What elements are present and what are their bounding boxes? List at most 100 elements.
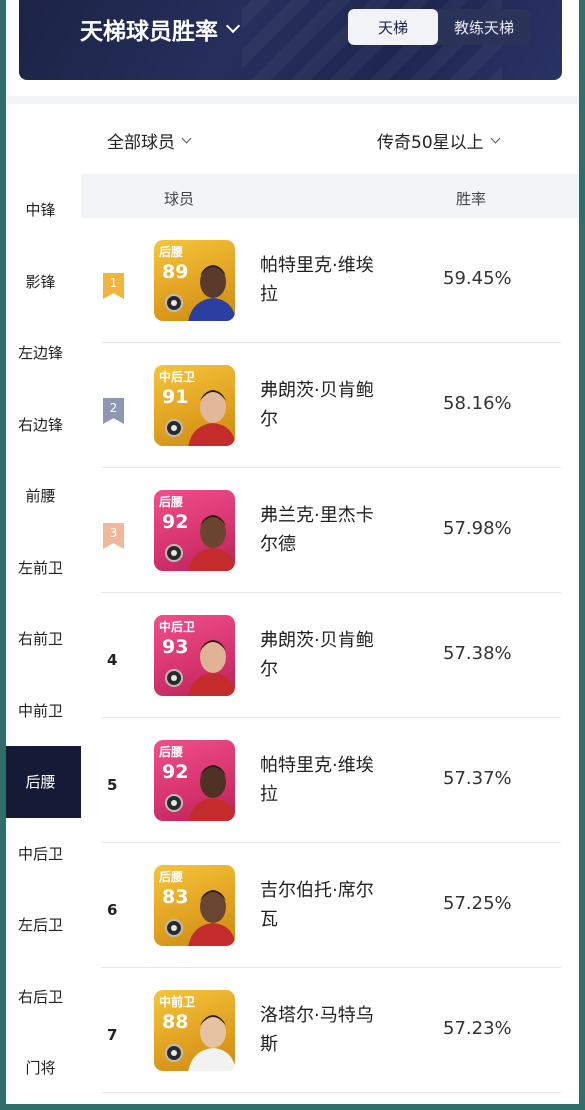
sidebar-item-cf[interactable]: 中锋 [0, 174, 81, 246]
player-name-line: 弗兰克·里杰卡 [260, 505, 374, 526]
card-rating: 91 [162, 386, 189, 408]
player-name-line: 尔 [260, 409, 278, 430]
rank-number: 6 [107, 901, 118, 919]
rank-number: 5 [107, 776, 118, 794]
sidebar-item-dmf[interactable]: 后腰 [0, 746, 81, 818]
card-position: 中后卫 [159, 370, 196, 384]
win-rate-value: 59.45% [443, 268, 512, 289]
star-filter-dropdown[interactable]: 传奇50星以上 [377, 128, 501, 153]
player-name-line: 拉 [260, 784, 278, 805]
table-row[interactable]: 2 中后卫 91 弗朗茨·贝肯鲍尔 58.16% [81, 343, 579, 468]
club-badge-icon [165, 544, 183, 562]
player-name[interactable]: 帕特里克·维埃拉 [260, 251, 400, 309]
player-name-line: 拉 [260, 284, 278, 305]
player-card[interactable]: 后腰 92 [154, 740, 235, 821]
card-position: 中前卫 [159, 995, 196, 1009]
player-name[interactable]: 洛塔尔·马特乌斯 [260, 1001, 400, 1059]
tab-ladder[interactable]: 天梯 [348, 9, 438, 45]
club-badge-icon [165, 919, 183, 937]
club-badge-icon [165, 669, 183, 687]
sidebar-item-lmf[interactable]: 左前卫 [0, 532, 81, 604]
player-name[interactable]: 弗兰克·里杰卡 尔德 [260, 501, 400, 559]
tab-coach-ladder[interactable]: 教练天梯 [438, 9, 530, 45]
chevron-down-icon [490, 133, 501, 144]
player-portrait [188, 1015, 235, 1071]
card-position: 中后卫 [159, 620, 196, 634]
sidebar-item-cmf[interactable]: 中前卫 [0, 675, 81, 747]
player-card[interactable]: 中后卫 91 [154, 365, 235, 446]
player-name-line: 斯 [260, 1034, 278, 1055]
chevron-down-icon [225, 18, 241, 34]
table-row[interactable]: 5 后腰 92 帕特里克·维埃拉 57.37% [81, 718, 579, 843]
position-sidebar: 中锋 影锋 左边锋 右边锋 前腰 左前卫 右前卫 中前卫 后腰 中后卫 左后卫 … [0, 174, 81, 1104]
table-row[interactable]: 4 中后卫 93 弗朗茨·贝肯鲍尔 57.38% [81, 593, 579, 718]
rank-badge-icon: 1 [103, 273, 124, 299]
table-row[interactable]: 1 后腰 89 帕特里克·维埃拉 59.45% [81, 218, 579, 343]
card-position: 后腰 [159, 245, 184, 259]
player-card[interactable]: 后腰 92 [154, 490, 235, 571]
player-filter-label: 全部球员 [107, 133, 175, 153]
player-card[interactable]: 中前卫 88 [154, 990, 235, 1071]
row-divider [101, 1092, 561, 1093]
win-rate-value: 57.98% [443, 518, 512, 539]
sidebar-item-gk[interactable]: 门将 [0, 1032, 81, 1104]
win-rate-value: 57.25% [443, 893, 512, 914]
club-badge-icon [165, 419, 183, 437]
player-name-line: 帕特里克·维埃 [260, 255, 374, 276]
win-rate-value: 58.16% [443, 393, 512, 414]
sidebar-item-rb[interactable]: 右后卫 [0, 961, 81, 1033]
player-name[interactable]: 弗朗茨·贝肯鲍尔 [260, 626, 400, 684]
sidebar-item-amf[interactable]: 前腰 [0, 460, 81, 532]
player-name-line: 弗朗茨·贝肯鲍 [260, 380, 374, 401]
card-rating: 89 [162, 261, 189, 283]
player-name-line: 尔 [260, 659, 278, 680]
table-row[interactable]: 6 后腰 83 吉尔伯托·席尔瓦 57.25% [81, 843, 579, 968]
rank-number: 7 [107, 1026, 118, 1044]
win-rate-value: 57.38% [443, 643, 512, 664]
chevron-down-icon [181, 133, 192, 144]
sidebar-item-ss[interactable]: 影锋 [0, 246, 81, 318]
player-portrait [188, 390, 235, 446]
table-body: 1 后腰 89 帕特里克·维埃拉 59.45% 2 中后卫 91 弗朗茨·贝肯鲍尔 58.16% 3… [81, 218, 579, 1104]
sidebar-item-rmf[interactable]: 右前卫 [0, 603, 81, 675]
player-name-line: 洛塔尔·马特乌 [260, 1005, 374, 1026]
player-portrait [188, 640, 235, 696]
player-name[interactable]: 弗朗茨·贝肯鲍尔 [260, 376, 400, 434]
page-title-dropdown[interactable]: 天梯球员胜率 [80, 12, 241, 46]
column-header-player: 球员 [164, 190, 195, 208]
club-badge-icon [165, 794, 183, 812]
player-name[interactable]: 帕特里克·维埃拉 [260, 751, 400, 809]
win-rate-table: 球员 胜率 1 后腰 89 帕特里克·维埃拉 59.45% 2 中后卫 91 弗朗茨·贝肯鲍尔 5… [81, 174, 579, 1104]
player-name-line: 帕特里克·维埃 [260, 755, 374, 776]
player-name-line: 瓦 [260, 909, 278, 930]
player-name-line: 吉尔伯托·席尔 [260, 880, 374, 901]
card-position: 后腰 [159, 745, 184, 759]
column-header-win-rate: 胜率 [456, 190, 487, 208]
player-name-line: 弗朗茨·贝肯鲍 [260, 630, 374, 651]
sidebar-item-lwf[interactable]: 左边锋 [0, 317, 81, 389]
card-rating: 92 [162, 761, 189, 783]
win-rate-value: 57.23% [443, 1018, 512, 1039]
section-divider [0, 96, 585, 104]
player-card[interactable]: 后腰 89 [154, 240, 235, 321]
player-card[interactable]: 中后卫 93 [154, 615, 235, 696]
star-filter-label: 传奇50星以上 [377, 133, 484, 153]
club-badge-icon [165, 294, 183, 312]
sidebar-item-rwf[interactable]: 右边锋 [0, 389, 81, 461]
table-row[interactable]: 7 中前卫 88 洛塔尔·马特乌斯 57.23% [81, 968, 579, 1093]
sidebar-item-lb[interactable]: 左后卫 [0, 889, 81, 961]
header-banner: 天梯球员胜率 天梯 教练天梯 [19, 0, 562, 80]
player-filter-dropdown[interactable]: 全部球员 [107, 128, 192, 153]
player-name[interactable]: 吉尔伯托·席尔瓦 [260, 876, 400, 934]
card-position: 后腰 [159, 495, 184, 509]
rank-badge-icon: 3 [103, 523, 124, 549]
table-header: 球员 胜率 [81, 174, 579, 218]
player-card[interactable]: 后腰 83 [154, 865, 235, 946]
sidebar-item-cb[interactable]: 中后卫 [0, 818, 81, 890]
player-portrait [188, 265, 235, 321]
mode-toggle: 天梯 教练天梯 [348, 9, 530, 45]
card-position: 后腰 [159, 870, 184, 884]
card-rating: 88 [162, 1011, 189, 1033]
table-row[interactable]: 3 后腰 92 弗兰克·里杰卡 尔德 57.98% [81, 468, 579, 593]
card-rating: 93 [162, 636, 189, 658]
